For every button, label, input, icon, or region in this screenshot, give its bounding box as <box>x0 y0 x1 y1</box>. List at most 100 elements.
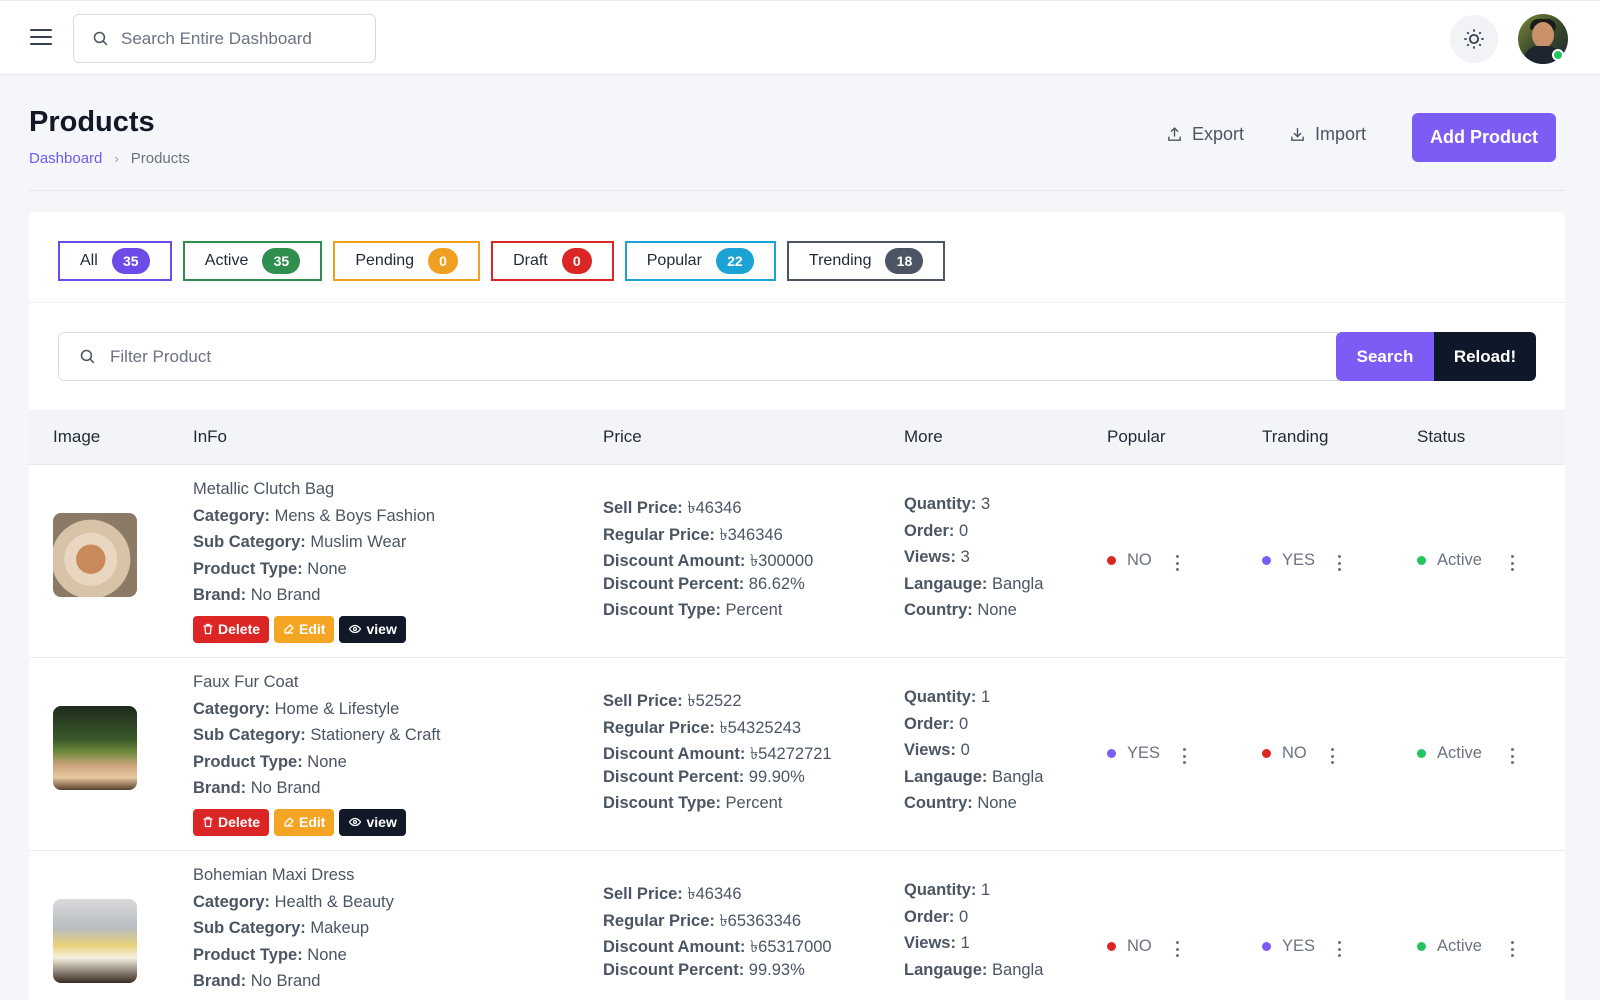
status-tabs: All 35 Active 35 Pending 0 Draft 0 Popul… <box>58 241 956 281</box>
price-info: Sell Price: ৳46346 Regular Price: ৳65363… <box>603 885 832 979</box>
more-vertical-icon[interactable] <box>1509 748 1515 764</box>
trash-icon <box>203 623 213 635</box>
table-header: Image InFo Price More Popular Tranding S… <box>29 410 1565 465</box>
column-header-info: InFo <box>193 427 228 446</box>
add-product-button[interactable]: Add Product <box>1412 113 1556 162</box>
sell-price: ৳46346 <box>687 499 742 517</box>
more-vertical-icon[interactable] <box>1174 941 1180 957</box>
order-count: 0 <box>959 521 969 540</box>
more-vertical-icon[interactable] <box>1181 748 1187 764</box>
tab-trending[interactable]: Trending 18 <box>786 241 946 281</box>
trending-status: YES <box>1262 551 1315 570</box>
tab-draft[interactable]: Draft 0 <box>491 241 614 281</box>
discount-percent: 86.62% <box>748 574 805 593</box>
export-button[interactable]: Export <box>1166 124 1244 145</box>
tab-pending[interactable]: Pending 0 <box>333 241 481 281</box>
status-dot <box>1417 942 1426 951</box>
product-sub-category: Makeup <box>310 919 370 937</box>
product-status: Active <box>1417 937 1482 956</box>
product-brand: No Brand <box>250 779 321 797</box>
product-name: Metallic Clutch Bag <box>193 480 335 498</box>
regular-price: ৳346346 <box>719 525 783 544</box>
product-sub-category: Stationery & Craft <box>310 726 441 744</box>
tab-active[interactable]: Active 35 <box>182 241 323 281</box>
views-count: 1 <box>960 934 970 952</box>
status-dot <box>1107 942 1116 951</box>
language: Bangla <box>992 960 1044 979</box>
more-info: Quantity: 3 Order: 0 Views: 3 Langauge: … <box>904 495 1044 619</box>
trending-status: YES <box>1262 937 1315 956</box>
top-bar <box>0 0 1600 75</box>
product-info: Metallic Clutch Bag Category: Mens & Boy… <box>193 480 435 643</box>
product-category: Mens & Boys Fashion <box>274 506 436 525</box>
page-title: Products <box>29 106 155 138</box>
more-info: Quantity: 1 Order: 0 Views: 1 Langauge: … <box>904 881 1044 979</box>
tab-popular[interactable]: Popular 22 <box>624 241 776 281</box>
more-info: Quantity: 1 Order: 0 Views: 0 Langauge: … <box>904 688 1044 812</box>
tab-label: Pending <box>355 252 415 269</box>
discount-percent: 99.93% <box>748 960 805 979</box>
product-image <box>53 706 137 790</box>
edit-button[interactable]: Edit <box>274 808 335 836</box>
count-badge: 22 <box>715 248 754 274</box>
divider <box>29 302 1565 303</box>
quantity: 1 <box>981 688 991 706</box>
dashboard-search-input[interactable] <box>121 28 351 49</box>
filter-product-input[interactable] <box>110 346 1210 367</box>
import-button[interactable]: Import <box>1289 124 1366 145</box>
order-count: 0 <box>959 714 969 733</box>
discount-percent: 99.90% <box>748 767 805 786</box>
eye-icon <box>349 817 362 827</box>
status-dot <box>1417 556 1426 565</box>
tab-label: Active <box>204 252 249 269</box>
product-name: Faux Fur Coat <box>193 673 299 691</box>
view-button[interactable]: view <box>339 615 406 643</box>
edit-button[interactable]: Edit <box>274 615 335 643</box>
count-badge: 35 <box>262 248 301 274</box>
menu-icon[interactable] <box>30 29 52 47</box>
regular-price: ৳54325243 <box>719 718 802 737</box>
product-name: Bohemian Maxi Dress <box>193 866 355 884</box>
more-vertical-icon[interactable] <box>1336 555 1342 571</box>
search-icon <box>93 31 108 46</box>
delete-button[interactable]: Delete <box>193 808 270 836</box>
more-vertical-icon[interactable] <box>1509 555 1515 571</box>
export-label: Export <box>1192 124 1245 144</box>
discount-amount: ৳65317000 <box>749 938 832 956</box>
search-icon <box>80 349 95 364</box>
popular-status: NO <box>1107 551 1152 570</box>
filter-product-field[interactable] <box>58 332 1338 381</box>
product-status: Active <box>1417 744 1482 763</box>
product-category: Home & Lifestyle <box>274 699 400 718</box>
quantity: 3 <box>981 495 991 513</box>
theme-toggle-button[interactable] <box>1450 15 1498 63</box>
count-badge: 35 <box>111 248 150 274</box>
quantity: 1 <box>981 881 991 899</box>
more-vertical-icon[interactable] <box>1336 941 1342 957</box>
edit-icon <box>284 817 294 827</box>
search-button[interactable]: Search <box>1336 332 1434 381</box>
more-vertical-icon[interactable] <box>1174 555 1180 571</box>
more-vertical-icon[interactable] <box>1509 941 1515 957</box>
product-category: Health & Beauty <box>274 892 394 911</box>
country: None <box>977 794 1017 812</box>
dashboard-search[interactable] <box>73 14 376 63</box>
reload-button[interactable]: Reload! <box>1434 332 1536 381</box>
breadcrumb-dashboard-link[interactable]: Dashboard <box>29 150 102 167</box>
delete-button[interactable]: Delete <box>193 615 270 643</box>
tab-all[interactable]: All 35 <box>58 241 172 281</box>
views-count: 3 <box>960 548 970 566</box>
more-vertical-icon[interactable] <box>1329 748 1335 764</box>
language: Bangla <box>992 767 1044 786</box>
status-dot <box>1107 556 1116 565</box>
status-dot <box>1107 749 1116 758</box>
status-dot <box>1262 556 1271 565</box>
tab-label: All <box>80 252 98 269</box>
column-header-price: Price <box>603 427 642 446</box>
product-status: Active <box>1417 551 1482 570</box>
view-button[interactable]: view <box>339 808 406 836</box>
product-type: None <box>307 945 347 964</box>
eye-icon <box>349 624 362 634</box>
table-row: Bohemian Maxi Dress Category: Health & B… <box>29 852 1565 1000</box>
upload-icon <box>1168 127 1181 141</box>
